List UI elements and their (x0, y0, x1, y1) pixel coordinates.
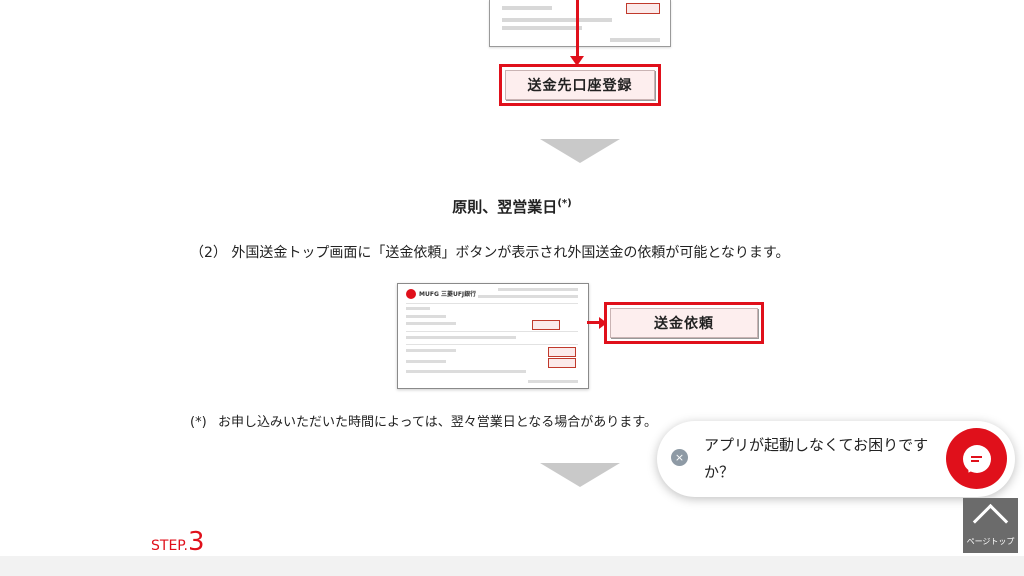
placeholder-row (406, 336, 516, 339)
placeholder-row (502, 6, 552, 10)
chat-button[interactable] (946, 428, 1007, 489)
chat-bubble-icon (962, 444, 991, 475)
footnote-text: お申し込みいただいた時間によっては、翌々営業日となる場合があります。 (218, 415, 658, 430)
placeholder-row (528, 380, 578, 383)
footnote-mark: (*) (190, 415, 207, 430)
heading-text: 原則、翌営業日 (452, 198, 558, 216)
page-top-button[interactable]: ページトップ (963, 498, 1018, 553)
placeholder-row (478, 295, 578, 298)
mini-button (626, 3, 660, 14)
placeholder-row (406, 315, 446, 318)
step-number: 3 (188, 527, 205, 557)
placeholder-row (406, 322, 456, 325)
step-description: （2） 外国送金トップ画面に「送金依頼」ボタンが表示され外国送金の依頼が可能とな… (190, 245, 790, 261)
remittance-account-register-button[interactable]: 送金先口座登録 (499, 64, 661, 106)
placeholder-row (406, 307, 430, 310)
divider (406, 303, 578, 304)
placeholder-row (498, 288, 578, 291)
chat-prompt-text: アプリが起動しなくてお困りですか？ (704, 436, 929, 481)
chevron-up-icon (972, 503, 1009, 540)
heading-footnote-mark: (*) (557, 198, 572, 209)
gray-arrow-down-icon (540, 463, 620, 487)
red-arrow-line (576, 0, 579, 58)
mini-button (548, 358, 576, 368)
step-prefix: STEP. (151, 538, 188, 554)
placeholder-row (502, 18, 612, 22)
logo-text: MUFG 三菱UFJ銀行 (419, 291, 477, 298)
mini-button (548, 347, 576, 357)
placeholder-row (610, 38, 660, 42)
placeholder-row (406, 349, 456, 352)
button-label: 送金先口座登録 (505, 70, 655, 100)
placeholder-row (502, 26, 582, 30)
next-section-band (0, 556, 1024, 576)
step-label: STEP.3 (151, 527, 205, 557)
divider (406, 331, 578, 332)
gray-arrow-down-icon (540, 139, 620, 163)
mini-remit-request-button (532, 320, 560, 330)
divider (406, 344, 578, 345)
footnote: (*) お申し込みいただいた時間によっては、翌々営業日となる場合があります。 (190, 411, 657, 430)
mufg-logo-icon (406, 289, 416, 299)
screenshot-foreign-remittance-top: MUFG 三菱UFJ銀行 (397, 283, 589, 389)
placeholder-row (406, 370, 526, 373)
section-heading: 原則、翌営業日(*) (0, 196, 1024, 217)
placeholder-row (406, 360, 446, 363)
close-icon[interactable]: × (671, 449, 688, 466)
remittance-request-button[interactable]: 送金依頼 (604, 302, 764, 344)
button-label: 送金依頼 (610, 308, 758, 338)
screenshot-fragment-top (489, 0, 671, 47)
